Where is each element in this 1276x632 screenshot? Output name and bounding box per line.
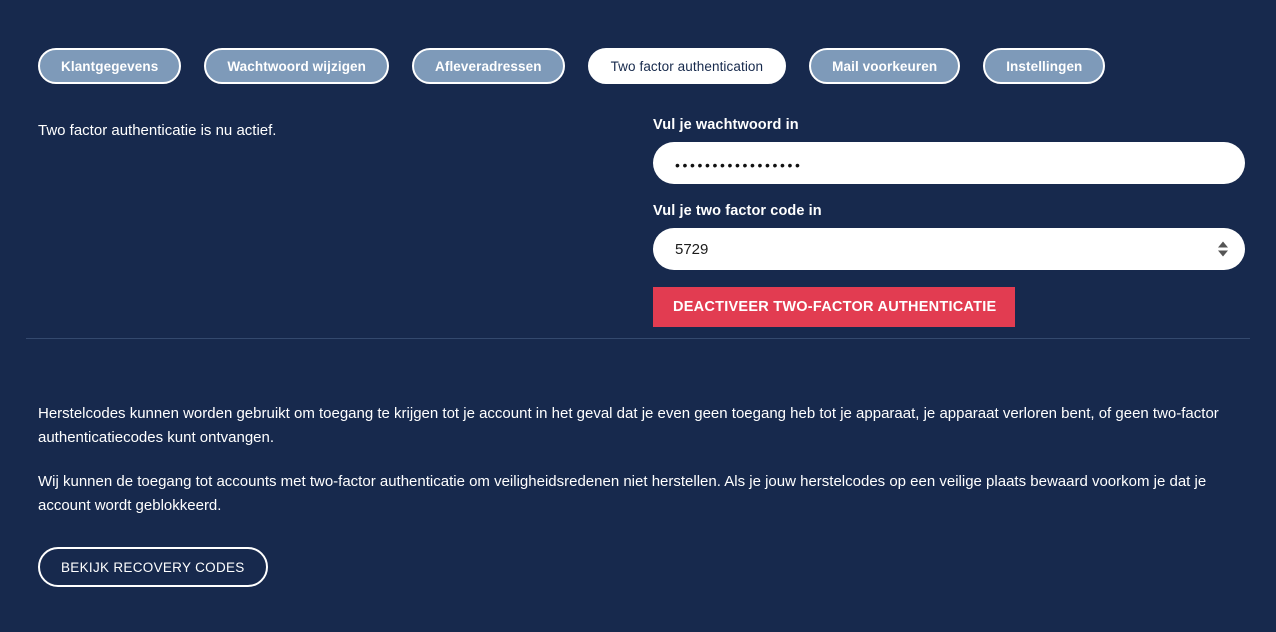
tab-label: Mail voorkeuren: [832, 58, 938, 74]
two-factor-form: Vul je wachtwoord in ••••••••••••••••• V…: [653, 117, 1246, 327]
view-recovery-codes-button[interactable]: BEKIJK RECOVERY CODES: [38, 547, 268, 588]
triangle-up-icon[interactable]: [1218, 241, 1228, 248]
two-factor-code-value: 5729: [675, 240, 709, 258]
number-spinner[interactable]: [1218, 241, 1229, 257]
tab-instellingen[interactable]: Instellingen: [983, 48, 1106, 84]
two-factor-code-field-label: Vul je two factor code in: [653, 203, 822, 219]
deactivate-two-factor-button[interactable]: DEACTIVEER TWO-FACTOR AUTHENTICATIE: [653, 287, 1015, 327]
triangle-down-icon[interactable]: [1218, 250, 1228, 257]
tab-label: Klantgegevens: [61, 58, 159, 74]
tab-mail-voorkeuren[interactable]: Mail voorkeuren: [809, 48, 961, 84]
recovery-codes-section: Herstelcodes kunnen worden gebruikt om t…: [38, 402, 1250, 588]
recovery-paragraph-1: Herstelcodes kunnen worden gebruikt om t…: [38, 405, 1219, 447]
two-factor-status-text: Two factor authenticatie is nu actief.: [38, 122, 277, 139]
tab-label: Instellingen: [1006, 58, 1083, 74]
tab-two-factor-authentication[interactable]: Two factor authentication: [587, 48, 787, 84]
tab-wachtwoord-wijzigen[interactable]: Wachtwoord wijzigen: [204, 48, 389, 84]
tab-afleveradressen[interactable]: Afleveradressen: [412, 48, 565, 84]
section-divider: [26, 338, 1250, 339]
tab-label: Afleveradressen: [435, 58, 542, 74]
tab-label: Two factor authentication: [610, 58, 764, 74]
two-factor-panel: Two factor authenticatie is nu actief. V…: [0, 117, 1276, 327]
tab-label: Wachtwoord wijzigen: [227, 58, 366, 74]
tab-klantgegevens[interactable]: Klantgegevens: [38, 48, 182, 84]
account-tab-bar: Klantgegevens Wachtwoord wijzigen Afleve…: [0, 0, 1276, 84]
password-masked-value: •••••••••••••••••: [675, 156, 803, 173]
password-field-label: Vul je wachtwoord in: [653, 117, 799, 133]
recovery-paragraph-2: Wij kunnen de toegang tot accounts met t…: [38, 472, 1207, 514]
status-column: Two factor authenticatie is nu actief.: [38, 117, 653, 327]
two-factor-code-input[interactable]: 5729: [653, 228, 1245, 270]
password-input[interactable]: •••••••••••••••••: [653, 142, 1245, 184]
